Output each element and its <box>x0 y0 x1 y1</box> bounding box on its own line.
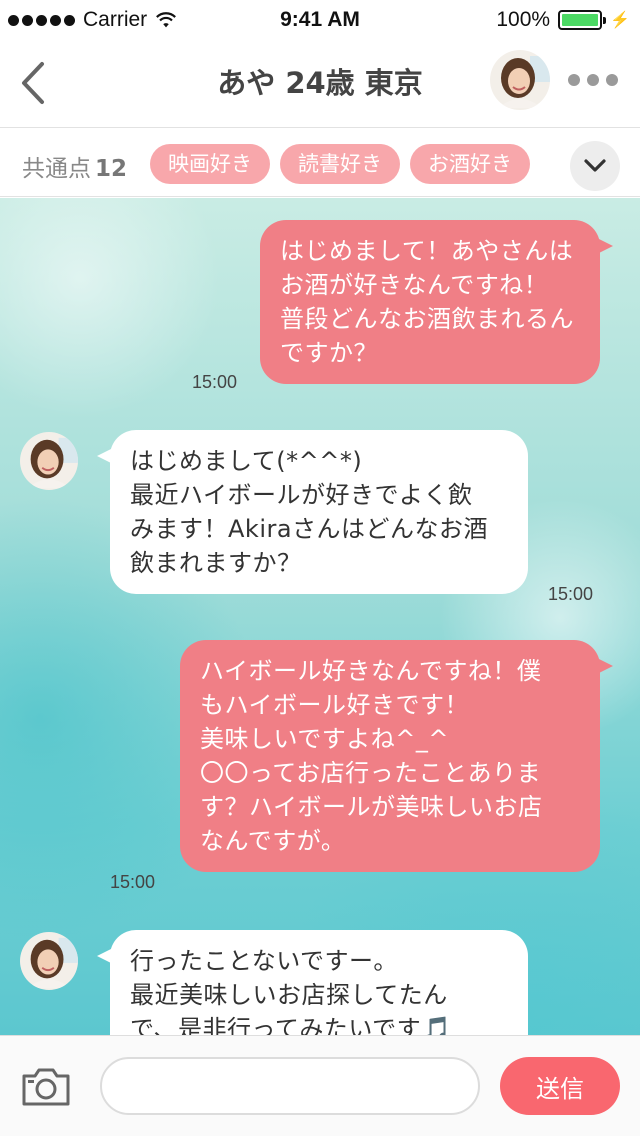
more-dots-icon <box>568 74 580 86</box>
charging-icon: ⚡ <box>610 12 630 29</box>
message-line: 美味しいですよね^_^ <box>200 725 449 753</box>
message-input-bar: 送信 <box>0 1035 640 1136</box>
message-line: もハイボール好きです！ <box>200 691 470 719</box>
common-label-text: 共通点 <box>22 156 91 182</box>
message-line: みます！Akiraさんはどんなお酒 <box>130 515 489 543</box>
common-interests-bar: 共通点 12 映画好き 読書好き お酒好き <box>0 129 640 197</box>
profile-avatar[interactable] <box>490 50 550 110</box>
status-right: 100% ⚡ <box>496 8 630 32</box>
message-bubble-outgoing[interactable]: はじめまして！あやさんは お酒が好きなんですね！ 普段どんなお酒飲まれるん です… <box>260 220 613 384</box>
message-line: なんですが。 <box>200 827 346 855</box>
message-line: 最近ハイボールが好きでよく飲 <box>130 481 473 509</box>
message-bubble-incoming[interactable]: はじめまして(*^^*) 最近ハイボールが好きでよく飲 みます！Akiraさんは… <box>97 430 528 594</box>
sender-avatar[interactable] <box>20 432 78 490</box>
avatar-photo <box>20 432 78 490</box>
interest-tag-drinks[interactable]: お酒好き <box>410 144 530 184</box>
interest-tag-books[interactable]: 読書好き <box>280 144 400 184</box>
common-count: 12 <box>95 156 128 182</box>
message-input[interactable] <box>100 1057 480 1115</box>
chat-area[interactable]: はじめまして！あやさんは お酒が好きなんですね！ 普段どんなお酒飲まれるん です… <box>0 198 640 1035</box>
status-bar: Carrier 9:41 AM 100% ⚡ <box>0 0 640 40</box>
message-line: で、是非行ってみたいです🎵 <box>130 1015 452 1035</box>
battery-percent: 100% <box>496 8 551 31</box>
message-line: 飲まれますか？ <box>130 549 302 577</box>
interest-tag-movies[interactable]: 映画好き <box>150 144 270 184</box>
nav-bar: あや 24歳 東京 <box>0 40 640 128</box>
message-line: す？ハイボールが美味しいお店 <box>200 793 543 821</box>
message-line: ハイボール好きなんですね！僕 <box>200 657 542 685</box>
message-timestamp: 15:00 <box>110 872 156 892</box>
message-line: はじめまして(*^^*) <box>130 447 363 475</box>
message-timestamp: 15:00 <box>192 372 238 392</box>
message-line: 最近美味しいお店探してたん <box>130 981 448 1009</box>
chevron-down-icon <box>584 159 606 172</box>
message-line: ですか？ <box>280 339 378 367</box>
message-timestamp: 15:00 <box>548 584 594 604</box>
message-line: 行ったことないですー。 <box>130 947 398 975</box>
message-line: はじめまして！あやさんは <box>280 237 574 265</box>
battery-icon <box>558 10 607 30</box>
message-line: 〇〇ってお店行ったことありま <box>200 759 542 787</box>
more-options-button[interactable] <box>568 70 622 90</box>
avatar-photo <box>490 50 550 110</box>
message-line: お酒が好きなんですね！ <box>280 271 549 299</box>
message-bubble-outgoing[interactable]: ハイボール好きなんですね！僕 もハイボール好きです！ 美味しいですよね^_^ 〇… <box>180 640 613 872</box>
expand-tags-button[interactable] <box>570 141 620 191</box>
message-bubble-incoming[interactable]: 行ったことないですー。 最近美味しいお店探してたん で、是非行ってみたいです🎵 <box>97 930 528 1035</box>
camera-icon <box>22 1068 70 1106</box>
camera-button[interactable] <box>20 1066 72 1108</box>
send-button[interactable]: 送信 <box>500 1057 620 1115</box>
message-line: 普段どんなお酒飲まれるん <box>280 305 574 333</box>
avatar-photo <box>20 932 78 990</box>
common-interests-label: 共通点 12 <box>22 149 127 183</box>
sender-avatar[interactable] <box>20 932 78 990</box>
